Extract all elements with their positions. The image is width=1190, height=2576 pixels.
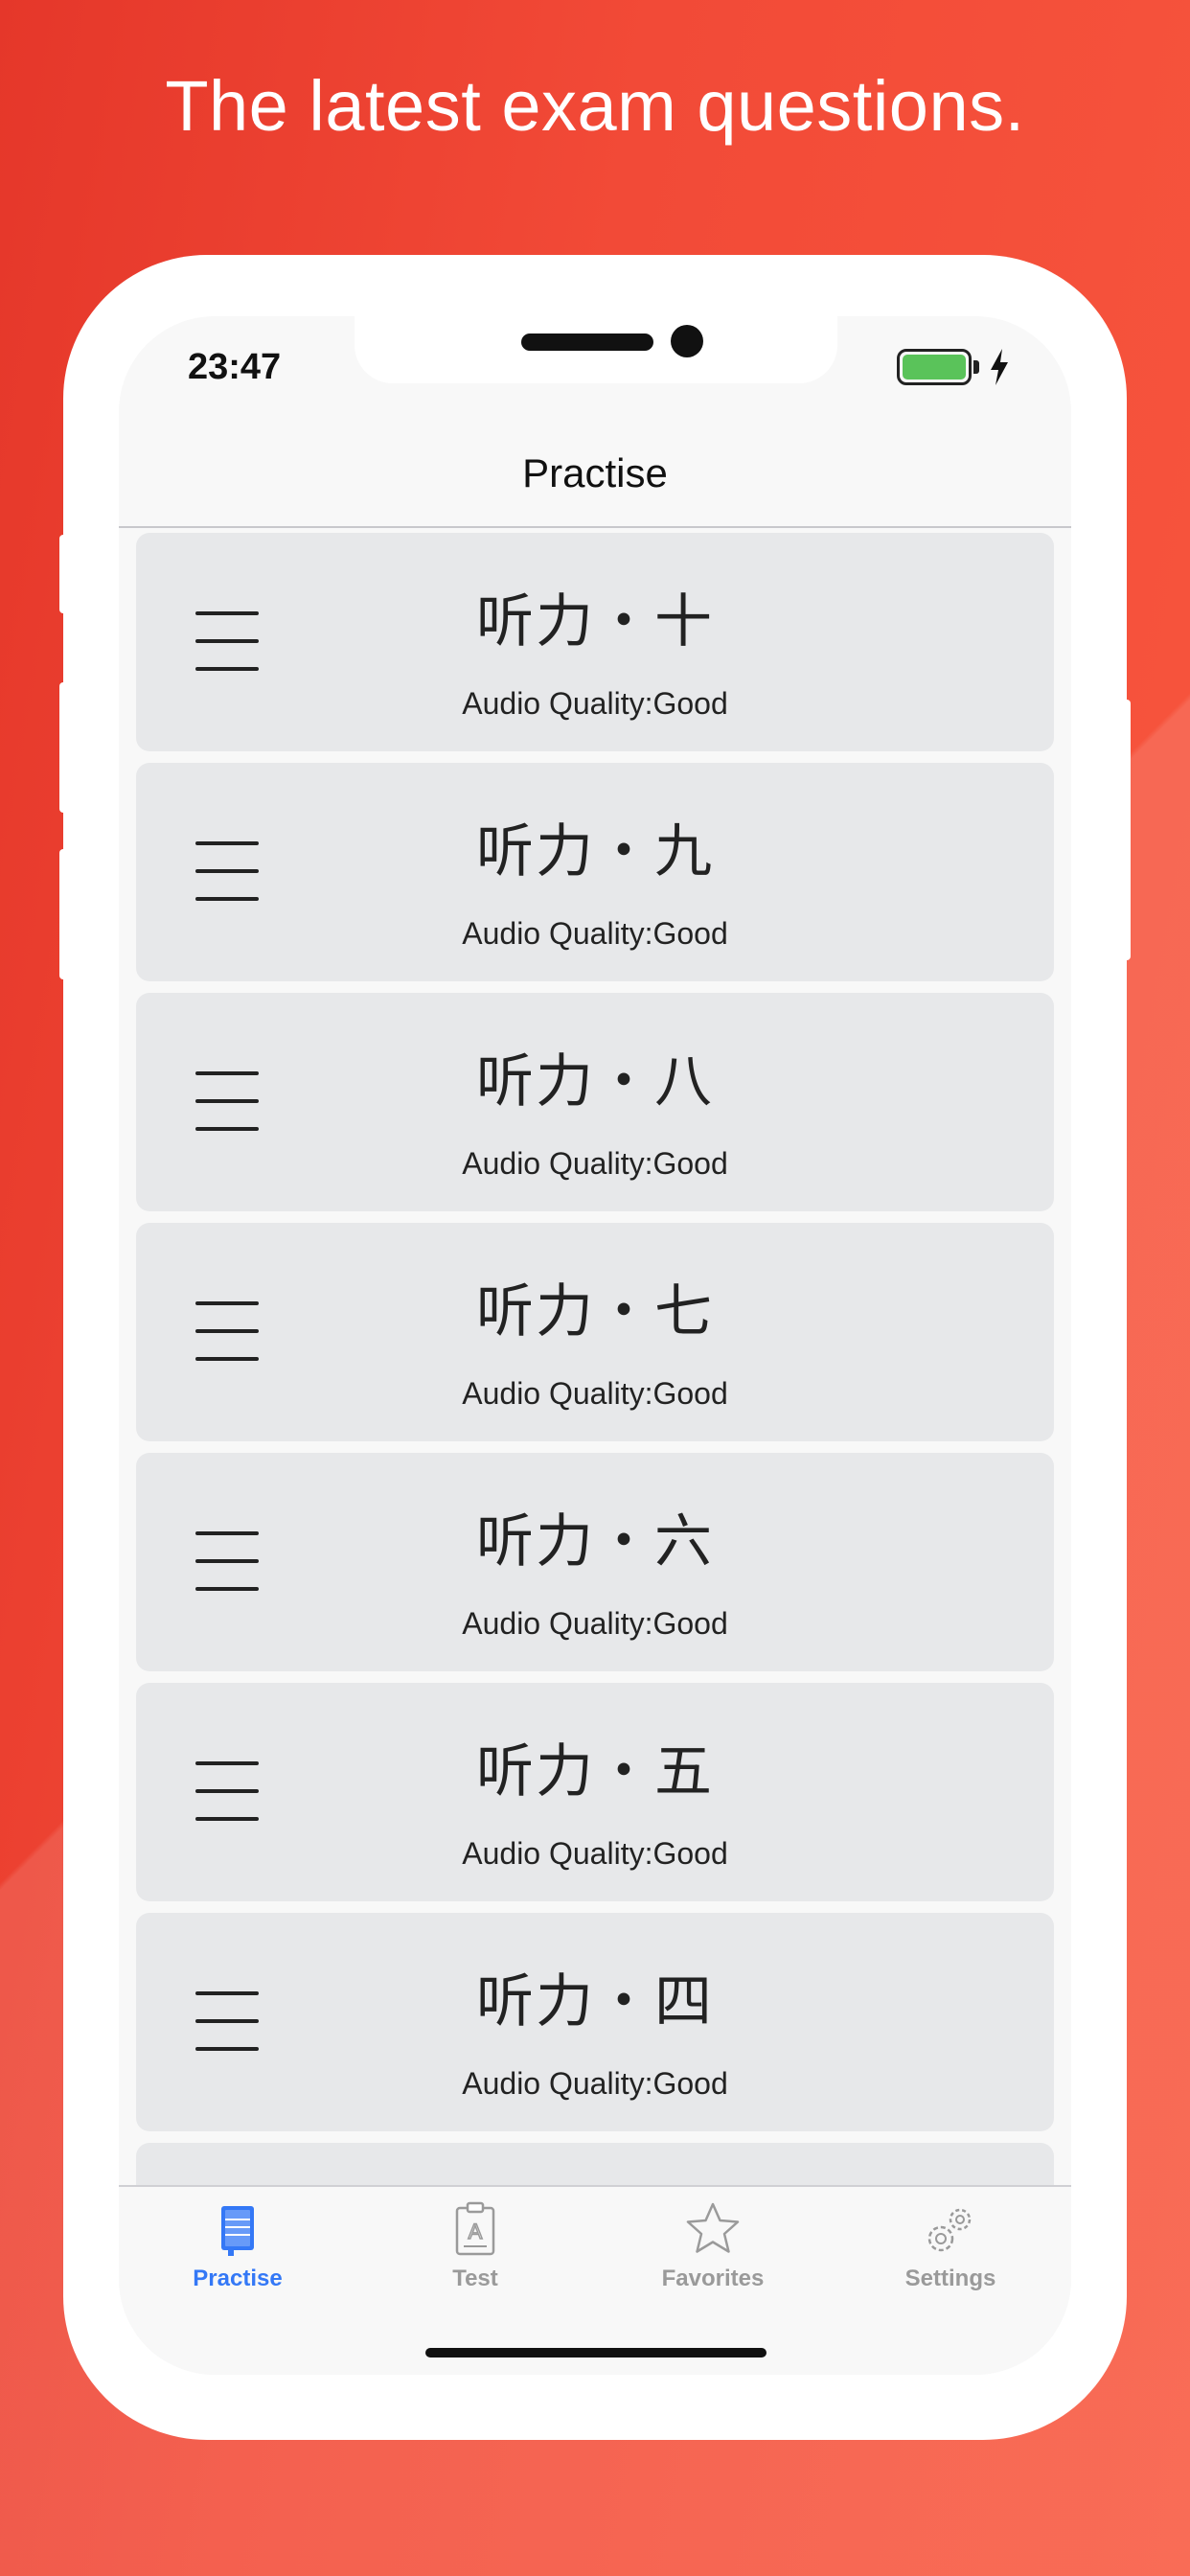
item-subtitle: Audio Quality:Good bbox=[462, 1606, 728, 1641]
item-subtitle: Audio Quality:Good bbox=[462, 1376, 728, 1411]
tab-favorites[interactable]: Favorites bbox=[594, 2187, 832, 2302]
item-title: 听力・四 bbox=[476, 1968, 714, 2036]
tab-settings[interactable]: Settings bbox=[832, 2187, 1069, 2302]
tab-label: Favorites bbox=[661, 2266, 765, 2291]
list-item[interactable]: 听力・十 Audio Quality:Good bbox=[136, 533, 1054, 751]
list-item[interactable]: 听力・九 Audio Quality:Good bbox=[136, 763, 1054, 981]
home-indicator[interactable] bbox=[425, 2348, 767, 2358]
item-subtitle: Audio Quality:Good bbox=[462, 1836, 728, 1871]
list-item[interactable]: 听力・六 Audio Quality:Good bbox=[136, 1453, 1054, 1671]
item-title: 听力・六 bbox=[476, 1508, 714, 1576]
clipboard-icon: A bbox=[455, 2201, 495, 2256]
tab-test[interactable]: A Test bbox=[356, 2187, 594, 2302]
phone-screen: 23:47 Practise 听力・十 Audio Quality:Good 听… bbox=[119, 316, 1071, 2375]
status-time: 23:47 bbox=[188, 347, 282, 387]
marketing-headline: The latest exam questions. bbox=[165, 66, 1025, 146]
list-item[interactable]: 听力・八 Audio Quality:Good bbox=[136, 993, 1054, 1211]
page-title: Practise bbox=[522, 450, 668, 495]
item-subtitle: Audio Quality:Good bbox=[462, 916, 728, 951]
list-item[interactable]: 听力・五 Audio Quality:Good bbox=[136, 1683, 1054, 1901]
notebook-icon bbox=[221, 2206, 254, 2256]
notch bbox=[355, 316, 837, 383]
item-title: 听力・八 bbox=[476, 1048, 714, 1116]
item-subtitle: Audio Quality:Good bbox=[462, 1146, 728, 1181]
item-subtitle: Audio Quality:Good bbox=[462, 686, 728, 721]
item-subtitle: Audio Quality:Good bbox=[462, 2066, 728, 2101]
battery-icon bbox=[897, 349, 972, 385]
tab-label: Settings bbox=[904, 2266, 996, 2291]
nav-divider bbox=[119, 526, 1071, 528]
list-item[interactable]: 听力・七 Audio Quality:Good bbox=[136, 1223, 1054, 1441]
speaker-grille bbox=[521, 334, 653, 351]
item-title: 听力・十 bbox=[476, 588, 714, 656]
front-camera bbox=[671, 325, 703, 357]
tab-label: Test bbox=[452, 2266, 498, 2291]
item-title: 听力・九 bbox=[476, 818, 714, 886]
battery-tip bbox=[973, 360, 979, 374]
tab-bar: Practise A Test Favorites Settings bbox=[119, 2187, 1071, 2375]
item-title: 听力・五 bbox=[476, 1738, 714, 1806]
star-icon bbox=[686, 2202, 740, 2253]
list-item[interactable]: 听力・四 Audio Quality:Good bbox=[136, 1913, 1054, 2131]
practise-list[interactable]: 听力・十 Audio Quality:Good 听力・九 Audio Quali… bbox=[136, 533, 1054, 2373]
svg-text:A: A bbox=[469, 2220, 483, 2243]
tab-practise[interactable]: Practise bbox=[119, 2187, 356, 2302]
tab-label: Practise bbox=[193, 2266, 283, 2291]
item-title: 听力・七 bbox=[476, 1278, 714, 1346]
charging-bolt-icon bbox=[991, 349, 1008, 385]
gear-icon bbox=[927, 2208, 972, 2252]
